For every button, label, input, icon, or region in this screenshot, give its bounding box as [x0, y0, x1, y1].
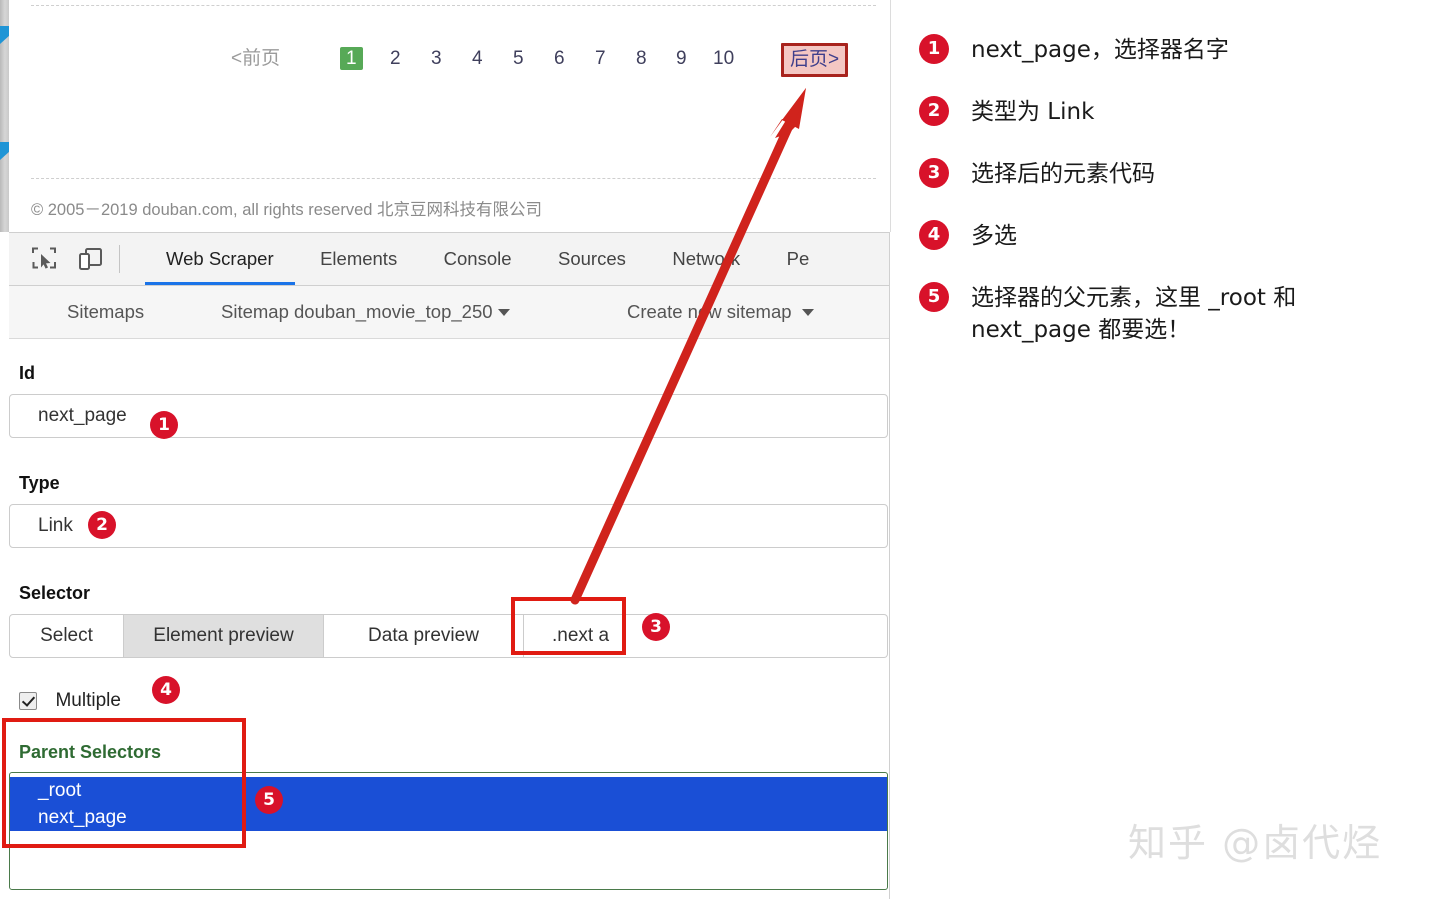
marker-5: 5: [255, 786, 283, 814]
selector-input-group: Select Element preview Data preview .nex…: [9, 614, 888, 658]
note-4-text: 多选: [971, 223, 1017, 249]
tab-network[interactable]: Network: [651, 233, 761, 285]
marker-3: 3: [642, 613, 670, 641]
device-toolbar-icon[interactable]: [77, 246, 103, 272]
nav-sitemaps[interactable]: Sitemaps: [67, 286, 144, 338]
pagination-prev-link[interactable]: <前页: [231, 40, 280, 78]
marker-2: 2: [88, 511, 116, 539]
element-preview-button[interactable]: Element preview: [124, 614, 324, 658]
pagination-page-6[interactable]: 6: [554, 40, 565, 78]
id-input-value: next_page: [38, 405, 127, 426]
pagination-page-4[interactable]: 4: [472, 40, 483, 78]
pagination-page-2[interactable]: 2: [390, 40, 401, 78]
chevron-down-icon: [497, 308, 510, 316]
toolbar-divider: [119, 245, 120, 273]
id-input[interactable]: next_page: [9, 394, 888, 438]
multiple-checkbox-row[interactable]: Multiple: [9, 690, 889, 718]
pagination-page-9[interactable]: 9: [676, 40, 687, 78]
marker-4: 4: [152, 676, 180, 704]
pagination-page-10[interactable]: 10: [713, 40, 734, 78]
nav-create-label: Create new sitemap: [627, 301, 792, 322]
devtools-tab-list: Web Scraper Elements Console Sources Net…: [145, 233, 830, 285]
note-5-badge: 5: [919, 282, 949, 312]
annotation-notes-panel: 1 next_page，选择器名字 2 类型为 Link 3 选择后的元素代码 …: [905, 0, 1440, 899]
note-3-badge: 3: [919, 158, 949, 188]
devtools-tabbar: Web Scraper Elements Console Sources Net…: [9, 232, 889, 286]
tab-performance[interactable]: Pe: [766, 233, 831, 285]
page-scroll-gutter[interactable]: [0, 0, 20, 232]
tab-console[interactable]: Console: [423, 233, 533, 285]
selector-field-label: Selector: [19, 583, 91, 603]
webscraper-navbar: Sitemaps Sitemap douban_movie_top_250 Cr…: [9, 286, 889, 339]
note-1-text: next_page，选择器名字: [971, 37, 1229, 63]
note-5: 5 选择器的父元素，这里 _root 和 next_page 都要选！: [919, 282, 1369, 346]
nav-sitemap-label: Sitemap douban_movie_top_250: [221, 301, 493, 322]
note-2-badge: 2: [919, 96, 949, 126]
tabbar-overflow-fade: [867, 233, 889, 284]
douban-page-region: <前页 1 2 3 4 5 6 7 8 9 10 后页> © 2005－2019…: [9, 0, 891, 232]
pagination-page-5[interactable]: 5: [513, 40, 524, 78]
note-1-badge: 1: [919, 34, 949, 64]
note-4-badge: 4: [919, 220, 949, 250]
copyright-text: © 2005－2019 douban.com, all rights reser…: [31, 201, 543, 219]
pagination-next-highlighted[interactable]: 后页>: [781, 43, 849, 77]
note-3: 3 选择后的元素代码: [919, 158, 1155, 190]
tab-web-scraper[interactable]: Web Scraper: [145, 233, 295, 285]
watermark: 知乎 @卤代烃: [1128, 821, 1383, 865]
pagination-page-3[interactable]: 3: [431, 40, 442, 78]
note-3-text: 选择后的元素代码: [971, 161, 1155, 187]
note-2-text: 类型为 Link: [971, 99, 1095, 125]
chevron-down-icon: [801, 308, 814, 316]
type-field-label: Type: [19, 473, 60, 493]
top-divider: [31, 5, 876, 6]
select-button[interactable]: Select: [9, 614, 124, 658]
note-1: 1 next_page，选择器名字: [919, 34, 1229, 66]
multiple-label: Multiple: [55, 690, 121, 711]
data-preview-button[interactable]: Data preview: [324, 614, 524, 658]
marker-1: 1: [150, 411, 178, 439]
pagination-bar: <前页 1 2 3 4 5 6 7 8 9 10 后页>: [9, 40, 890, 78]
nav-create-sitemap-dropdown[interactable]: Create new sitemap: [627, 286, 814, 338]
footer-divider: [31, 178, 876, 179]
pagination-page-8[interactable]: 8: [636, 40, 647, 78]
type-select-value: Link: [38, 515, 73, 536]
note-5-text: 选择器的父元素，这里 _root 和 next_page 都要选！: [971, 285, 1297, 343]
pagination-page-1-current[interactable]: 1: [340, 47, 363, 70]
tab-sources[interactable]: Sources: [537, 233, 647, 285]
multiple-checkbox[interactable]: [19, 692, 37, 710]
nav-sitemap-dropdown[interactable]: Sitemap douban_movie_top_250: [221, 286, 510, 338]
parent-selectors-callout-box: [2, 718, 246, 848]
selector-value-callout-box: [511, 597, 626, 655]
pagination-next-label: 后页>: [790, 49, 840, 70]
tab-elements[interactable]: Elements: [299, 233, 418, 285]
id-field-label: Id: [19, 363, 35, 383]
type-select[interactable]: Link: [9, 504, 888, 548]
note-2: 2 类型为 Link: [919, 96, 1094, 128]
pagination-page-7[interactable]: 7: [595, 40, 606, 78]
inspect-element-icon[interactable]: [31, 246, 57, 272]
note-4: 4 多选: [919, 220, 1017, 252]
